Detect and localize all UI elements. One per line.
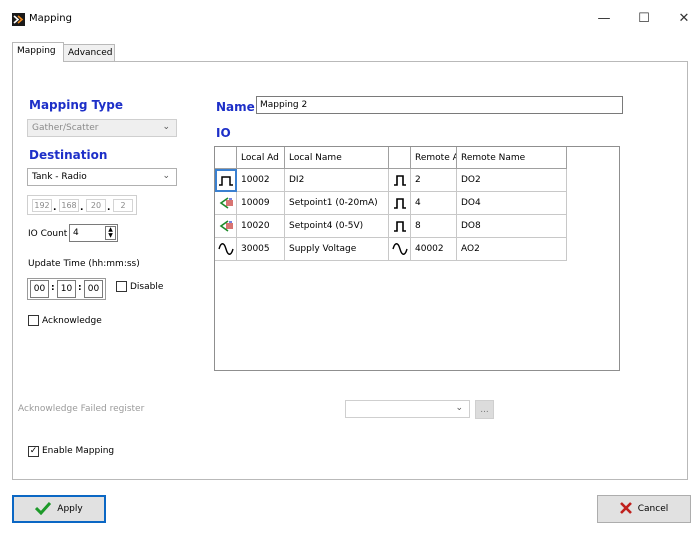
cancel-button[interactable]: Cancel bbox=[597, 495, 691, 523]
table-cell-remote-address[interactable]: 2 bbox=[411, 169, 457, 192]
chevron-down-icon: ⌄ bbox=[162, 122, 170, 132]
tab-mapping-label: Mapping bbox=[17, 46, 56, 56]
table-cell-local-name[interactable]: Setpoint1 (0-20mA) bbox=[285, 192, 389, 215]
ip-dot: . bbox=[80, 203, 84, 213]
tab-advanced-label: Advanced bbox=[68, 48, 113, 58]
minimize-button[interactable]: — bbox=[592, 8, 616, 30]
name-input[interactable]: Mapping 2 bbox=[256, 96, 623, 114]
table-cell-remote-address[interactable]: 8 bbox=[411, 215, 457, 238]
table-cell-remote-name[interactable]: DO2 bbox=[457, 169, 567, 192]
enable-mapping-label: Enable Mapping bbox=[42, 446, 115, 456]
table-cell-local-address[interactable]: 10020 bbox=[237, 215, 285, 238]
chevron-down-icon: ⌄ bbox=[162, 171, 170, 181]
io-count-value: 4 bbox=[73, 228, 79, 238]
column-header-remote-name[interactable]: Remote Name bbox=[457, 147, 567, 169]
destination-value: Tank - Radio bbox=[32, 172, 87, 182]
table-cell-remote-name[interactable]: DO4 bbox=[457, 192, 567, 215]
disable-checkbox[interactable] bbox=[116, 281, 127, 292]
sine-wave-icon[interactable] bbox=[389, 238, 411, 261]
column-header-remote-address[interactable]: Remote A bbox=[411, 147, 457, 169]
apply-label: Apply bbox=[57, 504, 83, 514]
app-icon bbox=[12, 13, 25, 26]
cancel-label: Cancel bbox=[637, 504, 669, 514]
ip-octet-3[interactable]: 20 bbox=[86, 199, 106, 212]
table-cell-local-address[interactable]: 10002 bbox=[237, 169, 285, 192]
table-cell-local-name[interactable]: Supply Voltage bbox=[285, 238, 389, 261]
square-wave-icon[interactable] bbox=[389, 169, 411, 192]
ip-octet-1[interactable]: 192 bbox=[32, 199, 52, 212]
maximize-button[interactable]: ☐ bbox=[632, 8, 656, 30]
column-header-remote-icon[interactable] bbox=[389, 147, 411, 169]
sine-wave-icon[interactable] bbox=[215, 238, 237, 261]
enable-mapping-checkbox[interactable]: ✓ bbox=[28, 446, 39, 457]
grid-corner bbox=[215, 147, 237, 169]
analog-input-icon[interactable] bbox=[215, 215, 237, 238]
hours-input[interactable]: 00 bbox=[30, 280, 49, 298]
window-title: Mapping bbox=[29, 13, 72, 24]
io-count-label: IO Count bbox=[28, 229, 68, 239]
square-wave-icon[interactable] bbox=[389, 215, 411, 238]
table-cell-local-name[interactable]: Setpoint4 (0-5V) bbox=[285, 215, 389, 238]
table-cell-remote-name[interactable]: AO2 bbox=[457, 238, 567, 261]
acknowledge-checkbox[interactable] bbox=[28, 315, 39, 326]
update-time-label: Update Time (hh:mm:ss) bbox=[28, 259, 140, 269]
title-bar: Mapping — ☐ ✕ bbox=[0, 0, 696, 38]
io-count-stepper[interactable]: 4 ▲ ▼ bbox=[69, 224, 118, 242]
checkmark-icon bbox=[35, 501, 52, 518]
minutes-input[interactable]: 10 bbox=[57, 280, 76, 298]
mapping-type-select[interactable]: Gather/Scatter ⌄ bbox=[27, 119, 177, 137]
io-title: IO bbox=[216, 126, 231, 140]
tab-mapping[interactable]: Mapping bbox=[12, 42, 64, 62]
time-separator: : bbox=[51, 283, 55, 293]
ip-dot: . bbox=[107, 203, 111, 213]
chevron-down-icon: ⌄ bbox=[455, 403, 463, 413]
browse-label: ... bbox=[480, 404, 489, 415]
mapping-type-title: Mapping Type bbox=[29, 98, 123, 112]
apply-button[interactable]: Apply bbox=[12, 495, 106, 523]
ack-failed-select[interactable]: ⌄ bbox=[345, 400, 470, 418]
destination-title: Destination bbox=[29, 148, 108, 162]
destination-select[interactable]: Tank - Radio ⌄ bbox=[27, 168, 177, 186]
tab-advanced[interactable]: Advanced bbox=[63, 44, 115, 62]
spin-arrows-icon[interactable]: ▲ ▼ bbox=[105, 226, 116, 240]
ip-octet-2[interactable]: 168 bbox=[59, 199, 79, 212]
cancel-x-icon bbox=[619, 501, 632, 517]
column-header-local-address[interactable]: Local Ad bbox=[237, 147, 285, 169]
ip-dot: . bbox=[53, 203, 57, 213]
time-separator: : bbox=[78, 283, 82, 293]
table-cell-remote-address[interactable]: 4 bbox=[411, 192, 457, 215]
disable-label: Disable bbox=[130, 282, 164, 292]
column-header-local-name[interactable]: Local Name bbox=[285, 147, 389, 169]
ip-octet-4[interactable]: 2 bbox=[113, 199, 133, 212]
table-cell-remote-address[interactable]: 40002 bbox=[411, 238, 457, 261]
name-label: Name bbox=[216, 100, 255, 114]
square-wave-icon[interactable] bbox=[389, 192, 411, 215]
table-cell-local-name[interactable]: DI2 bbox=[285, 169, 389, 192]
ack-failed-label: Acknowledge Failed register bbox=[18, 404, 145, 414]
square-wave-icon[interactable] bbox=[215, 169, 237, 192]
mapping-type-value: Gather/Scatter bbox=[32, 123, 99, 133]
analog-input-icon[interactable] bbox=[215, 192, 237, 215]
table-cell-remote-name[interactable]: DO8 bbox=[457, 215, 567, 238]
name-value: Mapping 2 bbox=[260, 100, 308, 110]
seconds-input[interactable]: 00 bbox=[84, 280, 103, 298]
acknowledge-label: Acknowledge bbox=[42, 316, 102, 326]
close-button[interactable]: ✕ bbox=[672, 8, 696, 30]
ack-failed-browse-button[interactable]: ... bbox=[475, 400, 494, 419]
table-cell-local-address[interactable]: 10009 bbox=[237, 192, 285, 215]
ip-address-field: 192 . 168 . 20 . 2 bbox=[27, 195, 137, 215]
io-grid[interactable]: Local Ad Local Name Remote A Remote Name… bbox=[214, 146, 620, 371]
table-cell-local-address[interactable]: 30005 bbox=[237, 238, 285, 261]
